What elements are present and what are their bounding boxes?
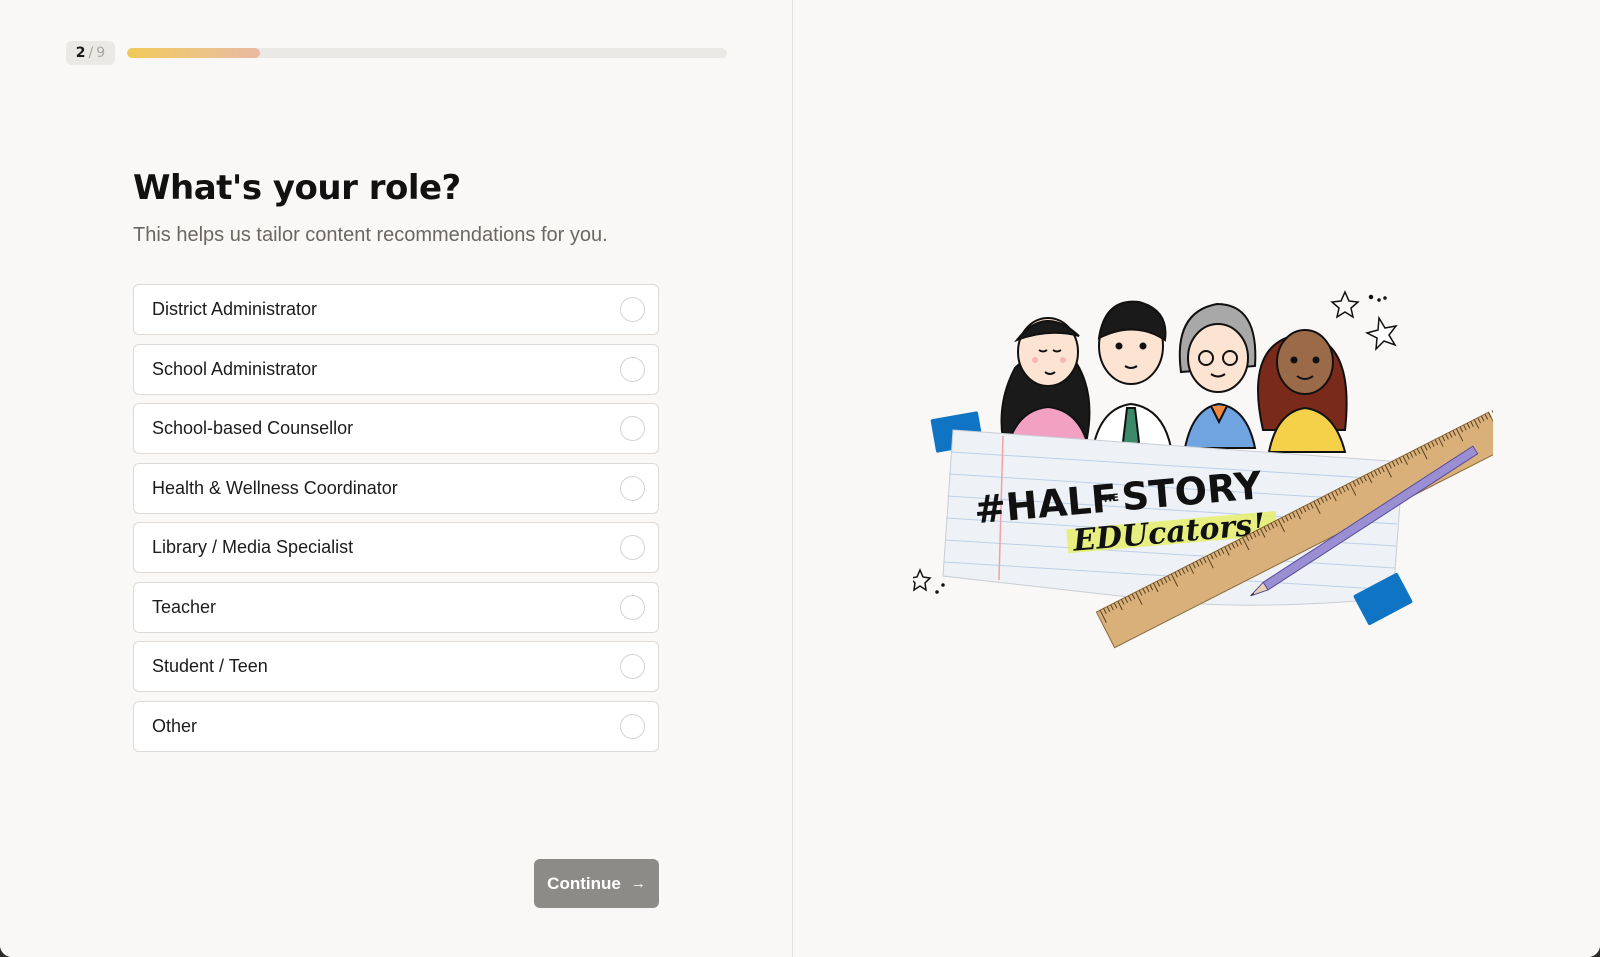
campaign-title-the: THE xyxy=(1096,493,1119,506)
illustration-panel: #HALF THE STORY EDUcators! xyxy=(793,0,1600,957)
role-options: District Administrator School Administra… xyxy=(133,284,659,760)
option-label: Other xyxy=(152,715,198,736)
step-total: 9 xyxy=(96,45,106,61)
option-label: Teacher xyxy=(152,596,217,617)
option-label: Library / Media Specialist xyxy=(152,537,354,557)
option-label: District Administrator xyxy=(152,299,318,319)
option-label: Student / Teen xyxy=(152,656,268,676)
teacher-figures xyxy=(1000,300,1348,453)
progress-indicator: 2 / 9 xyxy=(66,41,727,65)
radio-button[interactable] xyxy=(620,475,645,501)
continue-button[interactable]: Continue → xyxy=(534,859,659,908)
option-school-based-counsellor[interactable]: School-based Counsellor xyxy=(133,403,659,454)
radio-button[interactable] xyxy=(620,297,645,322)
page-title: What's your role? xyxy=(133,168,461,208)
option-student-teen[interactable]: Student / Teen xyxy=(133,641,659,692)
progress-track xyxy=(127,48,727,58)
radio-button[interactable] xyxy=(620,535,645,560)
arrow-right-icon: → xyxy=(630,875,646,892)
app-frame: 2 / 9 What's your role? This helps us ta… xyxy=(0,0,1600,957)
progress-fill xyxy=(127,48,261,58)
onboarding-panel: 2 / 9 What's your role? This helps us ta… xyxy=(0,0,793,957)
radio-button[interactable] xyxy=(620,713,645,739)
option-district-administrator[interactable]: District Administrator xyxy=(133,284,659,335)
radio-button[interactable] xyxy=(620,416,645,441)
half-the-story-illustration: #HALF THE STORY EDUcators! xyxy=(913,290,1493,649)
option-label: Health & Wellness Coordinator xyxy=(152,477,398,498)
step-counter: 2 / 9 xyxy=(66,41,115,65)
option-other[interactable]: Other xyxy=(133,700,659,752)
radio-button[interactable] xyxy=(620,654,645,679)
step-separator: / xyxy=(88,45,94,61)
option-teacher[interactable]: Teacher xyxy=(133,581,659,633)
page-subtitle: This helps us tailor content recommendat… xyxy=(133,224,608,246)
option-label: School-based Counsellor xyxy=(152,418,354,438)
option-school-administrator[interactable]: School Administrator xyxy=(133,343,659,395)
radio-button[interactable] xyxy=(620,594,645,620)
continue-label: Continue xyxy=(547,873,621,893)
option-library-media-specialist[interactable]: Library / Media Specialist xyxy=(133,522,659,573)
option-health-wellness-coordinator[interactable]: Health & Wellness Coordinator xyxy=(133,462,659,514)
option-label: School Administrator xyxy=(152,358,318,379)
radio-button[interactable] xyxy=(620,356,645,382)
step-current: 2 xyxy=(75,45,86,61)
